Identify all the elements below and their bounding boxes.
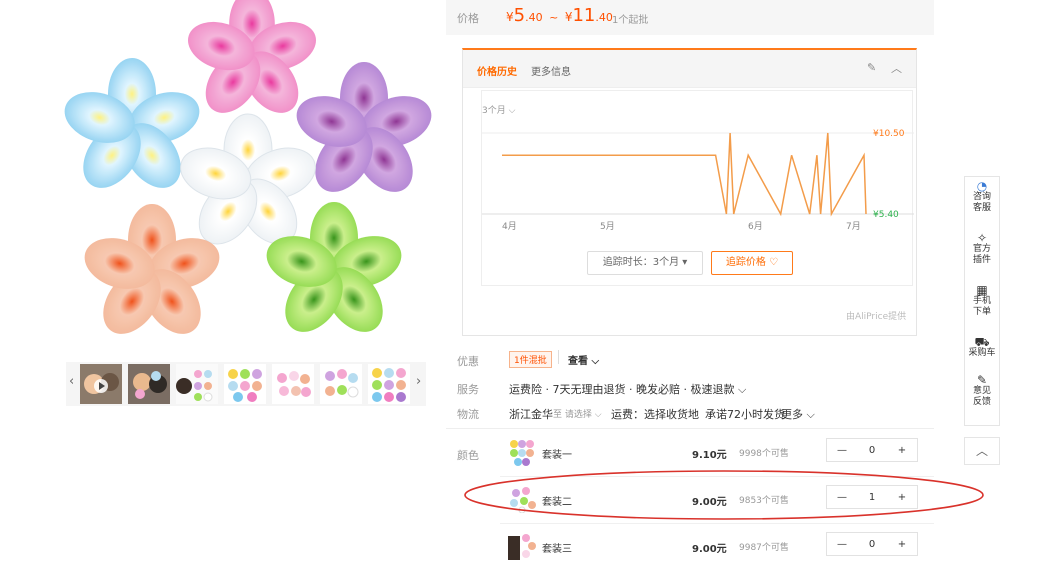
sku-price: 9.10元 xyxy=(692,450,727,461)
price-bar: 价格 ¥5.40 ~ ¥11.40 1个起批 xyxy=(446,0,934,35)
sku-name: 套装一 xyxy=(542,450,572,461)
price-range: ¥5.40 ~ ¥11.40 xyxy=(506,5,613,26)
thumbnail-image[interactable] xyxy=(368,364,410,404)
track-duration-select[interactable]: 追踪时长：3个月 ▾ xyxy=(587,251,703,275)
sku-stock: 9987个可售 xyxy=(739,543,789,553)
sku-thumbnail xyxy=(508,534,536,560)
thumbnail-image[interactable] xyxy=(320,364,362,404)
flower-claw-clips-image xyxy=(58,0,438,345)
promo-view-button[interactable]: 查看 ⌵ xyxy=(568,352,599,367)
min-price-label: ¥5.40 xyxy=(873,210,899,220)
color-label: 颜色 xyxy=(457,449,479,462)
tab-more-info[interactable]: 更多信息 xyxy=(531,63,571,78)
sku-stock: 9998个可售 xyxy=(739,449,789,459)
price-series-line xyxy=(502,132,867,217)
thumbnail-image[interactable] xyxy=(176,364,218,404)
chevron-up-icon: ︿ xyxy=(975,444,988,458)
sku-price: 9.00元 xyxy=(692,544,727,555)
quantity-input[interactable]: 0 xyxy=(857,445,887,456)
destination-select[interactable]: 至 请选择 ⌵ xyxy=(553,407,602,420)
back-to-top-button[interactable]: ︿ xyxy=(964,437,1000,465)
feedback-button[interactable]: ✎ 意见反馈 xyxy=(965,373,999,408)
tab-price-history[interactable]: 价格历史 xyxy=(477,63,517,78)
cart-icon: ⛟ xyxy=(974,335,990,349)
qrcode-icon: ▦ xyxy=(976,283,988,297)
mobile-order-button[interactable]: ▦ 手机下单 xyxy=(965,283,999,318)
thumbnail-image[interactable] xyxy=(224,364,266,404)
edit-icon: ✎ xyxy=(976,373,988,387)
cart-button[interactable]: ⛟ 采购车 xyxy=(965,335,999,359)
price-history-panel: 价格历史 更多信息 ✎ ︿ 3个月 ⌵ ¥10.50 ¥5.40 4月 5月 6月 7… xyxy=(462,48,917,336)
chevron-left-icon[interactable]: ‹ xyxy=(69,374,74,389)
floating-sidebar: ◔ 咨询客服 ✧ 官方插件 ▦ 手机下单 ⛟ 采购车 ✎ 意见反馈 xyxy=(964,176,1000,426)
quantity-input[interactable]: 0 xyxy=(857,539,887,550)
quantity-stepper: — 0 + xyxy=(826,532,918,556)
promo-label: 优惠 xyxy=(457,355,479,368)
thumbnail-strip: ‹ › xyxy=(66,362,426,406)
product-main-image[interactable] xyxy=(58,0,438,352)
x-tick-label: 7月 xyxy=(846,221,861,232)
heart-icon: ♡ xyxy=(769,257,779,268)
origin-location: 浙江金华 xyxy=(509,408,553,421)
chevron-right-icon[interactable]: › xyxy=(416,374,421,389)
edit-icon[interactable]: ✎ xyxy=(867,61,876,74)
x-tick-label: 4月 xyxy=(502,221,517,232)
plugin-button[interactable]: ✧ 官方插件 xyxy=(965,231,999,266)
thumbnail-video[interactable] xyxy=(80,364,122,404)
sku-name: 套装三 xyxy=(542,544,572,555)
chevron-up-icon[interactable]: ︿ xyxy=(891,60,902,76)
chat-icon: ◔ xyxy=(976,179,988,193)
thumbnail-image[interactable] xyxy=(128,364,170,404)
customer-service-button[interactable]: ◔ 咨询客服 xyxy=(965,179,999,214)
x-tick-label: 5月 xyxy=(600,221,615,232)
ship-promise: 承诺72小时发货 xyxy=(705,408,785,421)
plus-button[interactable]: + xyxy=(887,445,917,456)
shipping-fee: 运费：选择收货地 xyxy=(611,408,699,421)
max-price-label: ¥10.50 xyxy=(873,129,905,139)
puzzle-icon: ✧ xyxy=(976,231,988,245)
logistics-label: 物流 xyxy=(457,408,479,421)
quantity-stepper: — 0 + xyxy=(826,438,918,462)
logistics-more[interactable]: 更多 ⌵ xyxy=(781,406,815,422)
track-price-button[interactable]: 追踪价格 ♡ xyxy=(711,251,793,275)
promo-badge: 1件混批 xyxy=(509,351,552,368)
service-label: 服务 xyxy=(457,383,479,396)
provider-credit: 由AliPrice提供 xyxy=(846,312,907,322)
sku-row: 套装三 9.00元 9987个可售 — 0 + xyxy=(500,523,920,569)
minus-button[interactable]: — xyxy=(827,445,857,456)
plus-button[interactable]: + xyxy=(887,539,917,550)
service-text[interactable]: 运费险 · 7天无理由退货 · 晚发必赔 · 极速退款 ⌵ xyxy=(509,381,746,397)
x-tick-label: 6月 xyxy=(748,221,763,232)
minus-button[interactable]: — xyxy=(827,539,857,550)
annotation-ellipse xyxy=(464,470,984,520)
panel-header: 价格历史 更多信息 ✎ ︿ xyxy=(463,50,916,88)
thumbnail-image[interactable] xyxy=(272,364,314,404)
min-order: 1个起批 xyxy=(612,15,649,26)
price-label: 价格 xyxy=(457,12,479,25)
sku-thumbnail xyxy=(510,440,534,466)
